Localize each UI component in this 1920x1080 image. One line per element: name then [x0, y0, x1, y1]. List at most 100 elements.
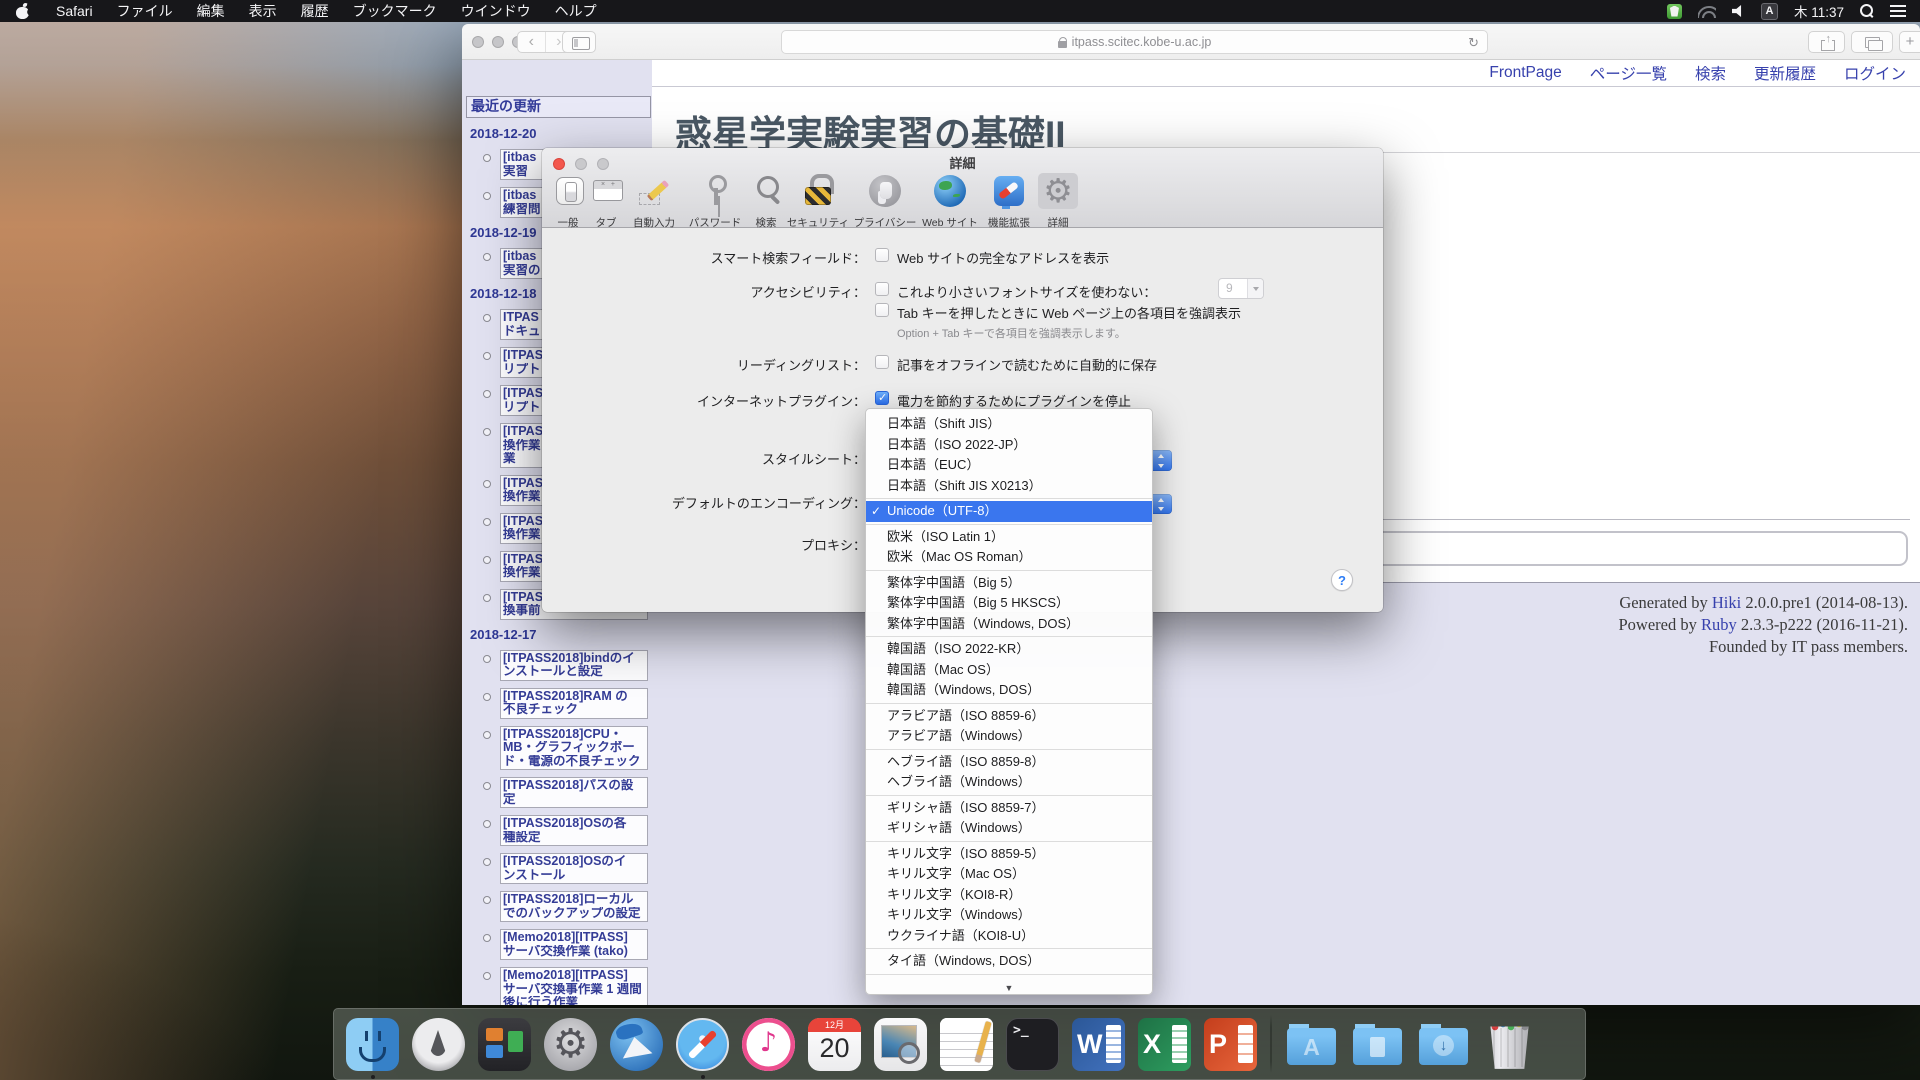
input-source-icon[interactable] — [1761, 3, 1778, 20]
menu-bar-item[interactable]: 編集 — [185, 0, 237, 22]
new-tab-button[interactable]: + — [1899, 31, 1920, 53]
sidebar-link[interactable]: [ITPASS2018]OSのイ ンストール — [500, 853, 648, 884]
preferences-tab[interactable]: 機能拡張 — [982, 173, 1036, 230]
sidebar-link[interactable]: [ITPASS2018]パスの設 定 — [500, 777, 648, 808]
menu-item[interactable]: 繁体字中国語（Big 5） — [866, 573, 1152, 594]
menu-bar-item[interactable]: ヘルプ — [543, 0, 609, 22]
page-nav-link[interactable]: ページ一覧 — [1590, 62, 1667, 84]
sidebar-toggle-button[interactable] — [562, 31, 596, 53]
dock-trash[interactable] — [1483, 1018, 1536, 1071]
preferences-tab[interactable]: 一般 — [550, 173, 586, 230]
preferences-tab[interactable]: セキュリティ — [786, 173, 850, 230]
menu-item[interactable]: ウクライナ語（KOI8-U） — [866, 926, 1152, 947]
dock-mission-control[interactable] — [478, 1018, 531, 1071]
dock-folder-applications[interactable] — [1285, 1018, 1338, 1071]
menu-scroll-down-indicator[interactable]: ▼ — [866, 974, 1152, 996]
dock-word[interactable]: W — [1072, 1018, 1125, 1071]
dock-excel[interactable]: X — [1138, 1018, 1191, 1071]
minimize-window-button[interactable] — [492, 36, 504, 48]
dock-separator[interactable] — [1270, 1015, 1272, 1073]
menu-item[interactable]: アラビア語（ISO 8859-6） — [866, 706, 1152, 727]
menu-bar-item[interactable]: ウインドウ — [449, 0, 543, 22]
sidebar-link[interactable]: [ITPASS2018]bindのイ ンストールと設定 — [500, 650, 648, 681]
dock-folder-downloads[interactable] — [1417, 1018, 1470, 1071]
menu-item[interactable]: ギリシャ語（Windows） — [866, 818, 1152, 839]
font-size-select[interactable]: 9 — [1218, 278, 1264, 299]
dock-system-preferences[interactable] — [544, 1018, 597, 1071]
notification-center-icon[interactable] — [1890, 5, 1906, 17]
sidebar-link[interactable]: [ITPASS2018]OSの各 種設定 — [500, 815, 648, 846]
min-font-size-checkbox[interactable] — [875, 282, 889, 296]
menu-item[interactable]: 日本語（Shift JIS） — [866, 414, 1152, 435]
menu-item[interactable]: ヘブライ語（Windows） — [866, 772, 1152, 793]
preferences-tab[interactable]: 自動入力 — [626, 173, 682, 230]
preferences-tab[interactable]: 検索 — [748, 173, 784, 230]
dock-terminal[interactable]: >_ — [1006, 1018, 1059, 1071]
menu-item[interactable]: キリル文字（ISO 8859-5） — [866, 844, 1152, 865]
dock-powerpoint[interactable]: P — [1204, 1018, 1257, 1071]
encoding-popup-fragment[interactable] — [1151, 494, 1172, 514]
menu-item[interactable]: キリル文字（Mac OS） — [866, 864, 1152, 885]
menu-bar-item[interactable]: ブックマーク — [341, 0, 449, 22]
menu-item[interactable]: ✓Unicode（UTF-8） — [866, 501, 1152, 522]
menu-item[interactable]: 繁体字中国語（Big 5 HKSCS） — [866, 593, 1152, 614]
menu-item[interactable]: ギリシャ語（ISO 8859-7） — [866, 798, 1152, 819]
sidebar-link[interactable]: [Memo2018][ITPASS] サーバ交換事作業 1 週間 後に行う作業 — [500, 967, 648, 1005]
dock-itunes[interactable] — [742, 1018, 795, 1071]
stop-plugins-checkbox[interactable] — [875, 391, 889, 405]
footer-link[interactable]: Hiki — [1712, 593, 1741, 612]
footer-link[interactable]: Ruby — [1701, 615, 1737, 634]
page-nav-link[interactable]: FrontPage — [1489, 64, 1561, 82]
dock-calendar[interactable]: 12月 20 — [808, 1018, 861, 1071]
close-window-button[interactable] — [472, 36, 484, 48]
offline-save-checkbox[interactable] — [875, 355, 889, 369]
preferences-tab[interactable]: 詳細 — [1038, 173, 1078, 230]
page-nav-link[interactable]: 更新履歴 — [1754, 62, 1816, 84]
tab-highlight-checkbox[interactable] — [875, 303, 889, 317]
preferences-tab[interactable]: パスワード — [684, 173, 746, 230]
tab-overview-button[interactable] — [1851, 31, 1893, 53]
menu-item[interactable]: ヘブライ語（ISO 8859-8） — [866, 752, 1152, 773]
menu-item[interactable]: 繁体字中国語（Windows, DOS） — [866, 614, 1152, 635]
menu-item[interactable]: 韓国語（Mac OS） — [866, 660, 1152, 681]
menu-item[interactable]: アラビア語（Windows） — [866, 726, 1152, 747]
show-full-address-checkbox[interactable] — [875, 248, 889, 262]
menu-item[interactable]: 韓国語（ISO 2022-KR） — [866, 639, 1152, 660]
preferences-tab[interactable]: プライバシー — [852, 173, 918, 230]
volume-icon[interactable] — [1732, 5, 1745, 17]
menu-item[interactable]: 欧米（Mac OS Roman） — [866, 547, 1152, 568]
preferences-tab[interactable]: タブ — [588, 173, 624, 230]
help-button[interactable]: ? — [1331, 569, 1353, 591]
menu-item[interactable]: キリル文字（KOI8-R） — [866, 885, 1152, 906]
menu-bar-item[interactable]: Safari — [44, 0, 105, 22]
spotlight-search-icon[interactable] — [1860, 4, 1874, 18]
dock-folder-documents[interactable] — [1351, 1018, 1404, 1071]
sidebar-link[interactable]: [Memo2018][ITPASS] サーバ交換作業 (tako) — [500, 929, 648, 960]
refresh-icon[interactable]: ↻ — [1468, 35, 1479, 51]
green-shield-icon[interactable] — [1667, 4, 1682, 19]
preferences-tab[interactable]: Web サイト — [920, 173, 980, 230]
dock-safari[interactable] — [676, 1018, 729, 1071]
sidebar-link[interactable]: [ITPASS2018]RAM の 不良チェック — [500, 688, 648, 719]
menu-bar-item[interactable]: 履歴 — [289, 0, 341, 22]
menu-item[interactable]: タイ語（Windows, DOS） — [866, 951, 1152, 972]
menu-item[interactable]: 日本語（ISO 2022-JP） — [866, 435, 1152, 456]
menu-item[interactable]: 韓国語（Windows, DOS） — [866, 680, 1152, 701]
menu-item[interactable]: 欧米（ISO Latin 1） — [866, 527, 1152, 548]
menu-item[interactable]: 日本語（EUC） — [866, 455, 1152, 476]
dock-preview[interactable] — [874, 1018, 927, 1071]
stylesheet-popup-fragment[interactable] — [1151, 450, 1172, 471]
share-button[interactable] — [1808, 31, 1845, 53]
menu-item[interactable]: キリル文字（Windows） — [866, 905, 1152, 926]
apple-menu-icon[interactable] — [16, 4, 30, 19]
dock-textedit[interactable] — [940, 1018, 993, 1071]
dock-thunderbird[interactable] — [610, 1018, 663, 1071]
sidebar-link[interactable]: [ITPASS2018]CPU・ MB・グラフィックボー ド・電源の不良チェック — [500, 726, 648, 771]
page-nav-link[interactable]: ログイン — [1844, 62, 1906, 84]
menu-item[interactable]: 日本語（Shift JIS X0213） — [866, 476, 1152, 497]
dock-launchpad[interactable] — [412, 1018, 465, 1071]
wifi-icon[interactable] — [1698, 5, 1716, 18]
sidebar-link[interactable]: [ITPASS2018]ローカル でのバックアップの設定 — [500, 891, 648, 922]
menu-bar-clock[interactable]: 木 11:37 — [1794, 1, 1844, 21]
menu-bar-item[interactable]: ファイル — [105, 0, 185, 22]
